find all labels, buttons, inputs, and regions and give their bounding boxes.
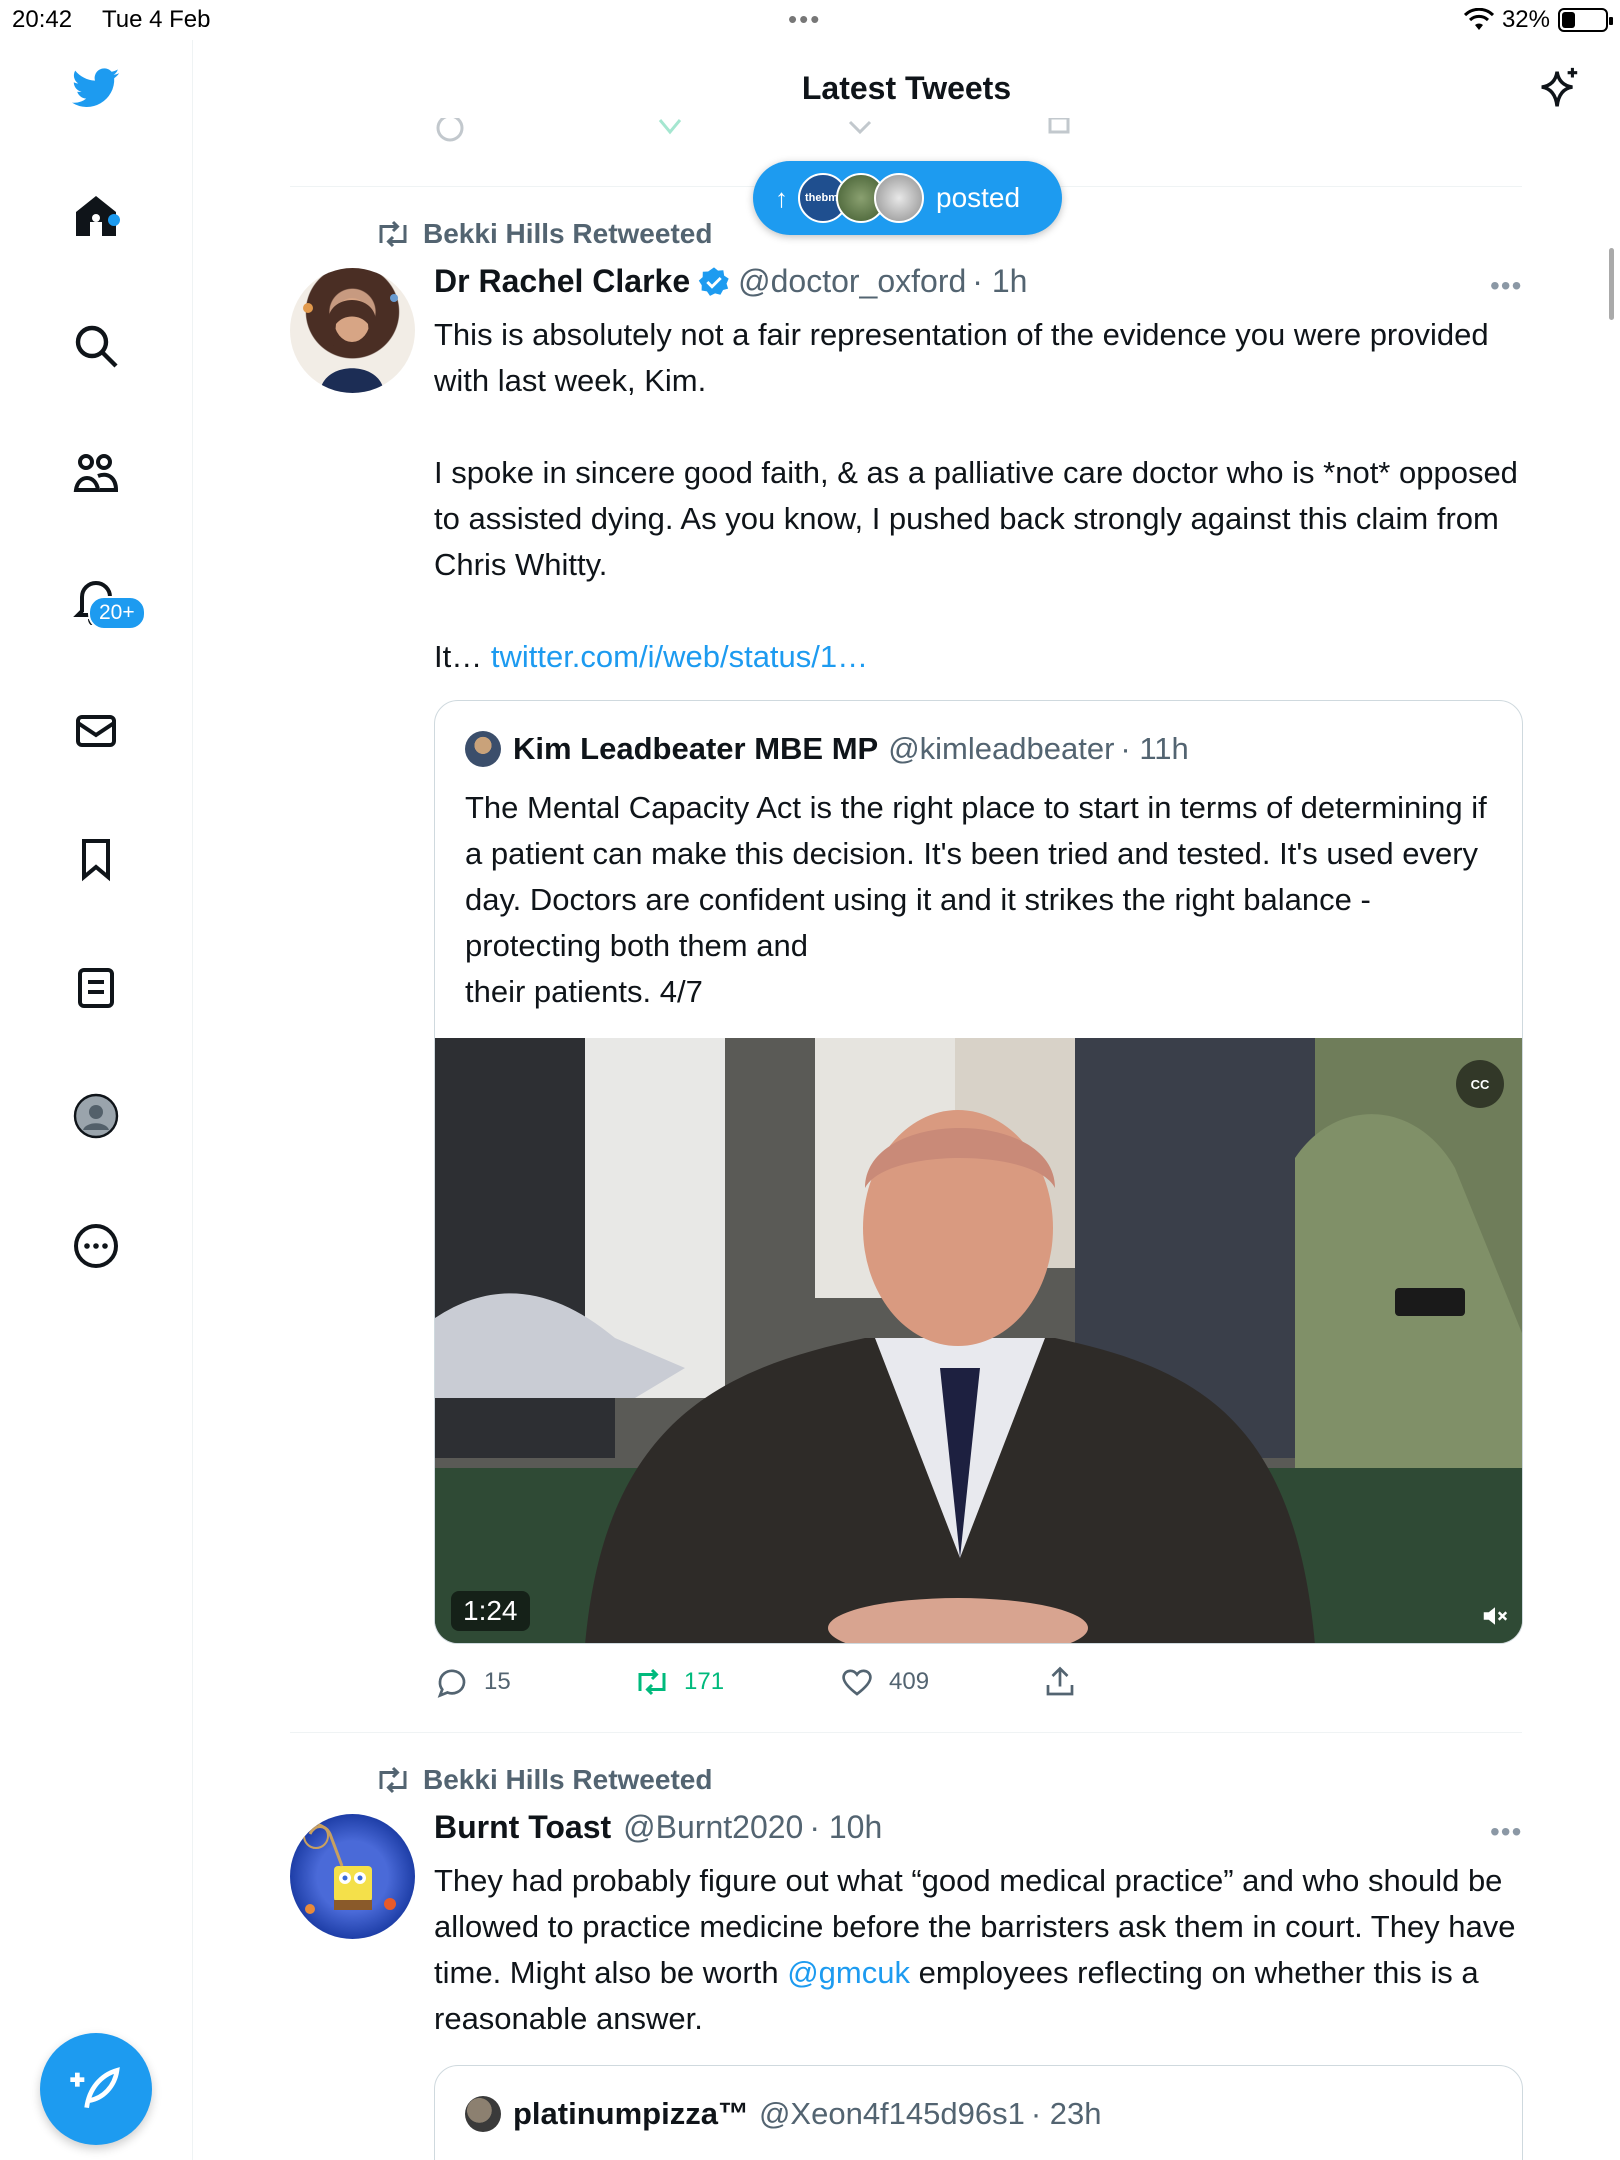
tweet-body-tail: It… [434, 639, 491, 674]
quote-avatar[interactable] [465, 731, 501, 767]
lists-icon[interactable] [70, 962, 122, 1014]
quote-author-handle: @Xeon4f145d96s1 [758, 2096, 1025, 2131]
avatar[interactable] [290, 1814, 415, 1939]
arrow-up-icon: ↑ [775, 182, 788, 213]
share-button[interactable] [1042, 1664, 1078, 1700]
tweet-header: Burnt Toast @Burnt2020 · 10h [434, 1809, 882, 1846]
tweet-time[interactable]: · 1h [972, 263, 1027, 300]
twitter-logo-icon[interactable] [70, 62, 122, 114]
closed-captions-button[interactable]: CC [1456, 1060, 1504, 1108]
tweet-text: They had probably figure out what “good … [434, 1858, 1534, 2042]
retweet-context[interactable]: Bekki Hills Retweeted [375, 1764, 712, 1796]
battery-percent: 32% [1501, 6, 1550, 33]
battery-icon [1558, 8, 1613, 32]
quote-author-name: Kim Leadbeater MBE MP [513, 731, 879, 766]
reply-button[interactable]: 15 [434, 1664, 634, 1700]
divider [290, 1732, 1522, 1733]
home-unread-dot [108, 214, 120, 226]
video-player[interactable]: CC 1:24 [435, 1038, 1522, 1643]
more-options-icon[interactable] [70, 1220, 122, 1272]
tweet-text: This is absolutely not a fair representa… [434, 312, 1534, 680]
notification-badge: 20+ [88, 596, 146, 630]
quote-author-name: platinumpizza™ [513, 2096, 749, 2131]
like-button[interactable]: 409 [839, 1664, 1042, 1700]
tweet-link[interactable]: twitter.com/i/web/status/1… [491, 639, 868, 674]
quote-avatar[interactable] [465, 2096, 501, 2132]
mute-icon[interactable] [1480, 1601, 1510, 1631]
quoted-tweet-card[interactable]: platinumpizza™ @Xeon4f145d96s1 · 23h [434, 2065, 1523, 2160]
author-name[interactable]: Burnt Toast [434, 1809, 611, 1846]
scrollbar[interactable] [1609, 248, 1614, 320]
bookmarks-icon[interactable] [70, 833, 122, 885]
video-duration: 1:24 [451, 1591, 530, 1631]
quote-time: · 11h [1120, 731, 1189, 766]
tweet-header: Dr Rachel Clarke @doctor_oxford · 1h [434, 263, 1027, 300]
retweet-context[interactable]: Bekki Hills Retweeted [375, 218, 712, 250]
status-bar: 20:42 Tue 4 Feb ••• 32% [0, 0, 1620, 40]
sidebar: 20+ [0, 40, 193, 2160]
compose-tweet-button[interactable] [40, 2033, 152, 2145]
quote-time: · 23h [1030, 2096, 1102, 2131]
messages-envelope-icon[interactable] [70, 705, 122, 757]
reply-icon [437, 1669, 466, 1698]
profile-avatar-icon[interactable] [70, 1090, 122, 1142]
retweeted-by-text: Bekki Hills Retweeted [423, 218, 713, 249]
search-icon[interactable] [70, 320, 122, 372]
status-right: 32% [1463, 6, 1613, 34]
mention-link[interactable]: @gmcuk [787, 1955, 910, 1990]
previous-tweet-actions-faded [436, 118, 1070, 142]
new-posts-pill-button[interactable]: ↑ thebmj posted [753, 161, 1062, 235]
pill-label: posted [936, 182, 1021, 213]
retweet-icon [379, 1766, 407, 1794]
tweet-more-icon[interactable]: ••• [1490, 270, 1522, 302]
compose-feather-icon [70, 2067, 120, 2109]
tweet-body: This is absolutely not a fair representa… [434, 317, 1518, 582]
avatar[interactable] [290, 268, 415, 393]
pill-avatars: thebmj [798, 173, 924, 223]
retweet-icon [379, 220, 407, 248]
quote-header: Kim Leadbeater MBE MP @kimleadbeater · 1… [465, 731, 1189, 767]
heart-icon [842, 1669, 872, 1696]
author-handle[interactable]: @doctor_oxford [738, 263, 966, 300]
tweet-actions: 15 171 409 [434, 1664, 1078, 1700]
share-icon [1046, 1666, 1074, 1696]
video-frame [435, 1038, 1522, 1643]
verified-badge-icon [698, 266, 729, 296]
like-count: 409 [889, 1668, 930, 1695]
quote-text: The Mental Capacity Act is the right pla… [465, 790, 1487, 1009]
reply-count: 15 [484, 1668, 511, 1695]
pill-avatar [874, 173, 924, 223]
sparkle-icon[interactable] [1536, 66, 1582, 112]
quote-header: platinumpizza™ @Xeon4f145d96s1 · 23h [465, 2096, 1102, 2132]
retweet-count: 171 [684, 1668, 725, 1695]
author-handle[interactable]: @Burnt2020 [623, 1809, 803, 1846]
quoted-tweet-card[interactable]: Kim Leadbeater MBE MP @kimleadbeater · 1… [434, 700, 1523, 1644]
status-time: 20:42 [12, 6, 73, 33]
tweet-more-icon[interactable]: ••• [1490, 1816, 1522, 1848]
tweet-time[interactable]: · 10h [809, 1809, 882, 1846]
wifi-icon [1463, 8, 1494, 30]
multitasking-dots-icon[interactable]: ••• [788, 4, 821, 35]
quote-author-handle: @kimleadbeater [888, 731, 1115, 766]
author-name[interactable]: Dr Rachel Clarke [434, 263, 690, 300]
status-date: Tue 4 Feb [102, 6, 211, 33]
retweet-button[interactable]: 171 [634, 1664, 839, 1700]
retweet-icon [638, 1668, 666, 1696]
retweeted-by-text: Bekki Hills Retweeted [423, 1764, 713, 1795]
communities-icon[interactable] [70, 448, 122, 500]
page-title: Latest Tweets [801, 70, 1012, 106]
